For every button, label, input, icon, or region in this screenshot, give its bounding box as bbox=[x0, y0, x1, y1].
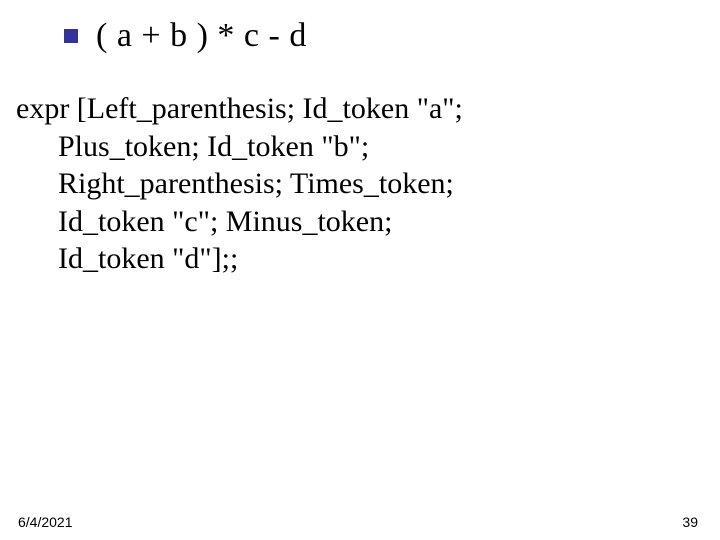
body-line-1: expr [Left_parenthesis; Id_token "a"; bbox=[16, 90, 656, 128]
body-line-2: Plus_token; Id_token "b"; bbox=[16, 128, 656, 166]
slide-title-row: ( a + b ) * c - d bbox=[64, 12, 654, 60]
footer-page-number: 39 bbox=[682, 514, 698, 530]
slide-body: expr [Left_parenthesis; Id_token "a"; Pl… bbox=[16, 90, 656, 278]
title-bullet-icon bbox=[64, 29, 78, 43]
body-line-5: Id_token "d"];; bbox=[16, 240, 656, 278]
body-line-3: Right_parenthesis; Times_token; bbox=[16, 165, 656, 203]
slide-title: ( a + b ) * c - d bbox=[96, 17, 307, 55]
slide: ( a + b ) * c - d expr [Left_parenthesis… bbox=[0, 0, 720, 540]
footer-date: 6/4/2021 bbox=[18, 514, 73, 530]
body-line-4: Id_token "c"; Minus_token; bbox=[16, 203, 656, 241]
